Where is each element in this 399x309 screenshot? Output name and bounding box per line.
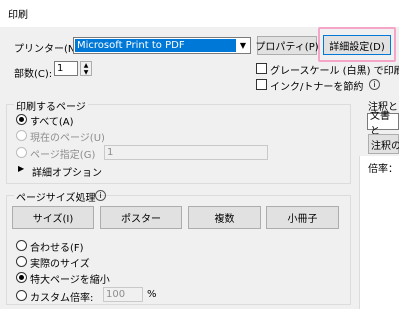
actual-size-radio[interactable] bbox=[16, 256, 27, 267]
shrink-radio[interactable] bbox=[16, 272, 27, 283]
annotations-select[interactable]: 文書と bbox=[367, 111, 399, 137]
copies-spinner[interactable]: ▲ ▼ bbox=[80, 61, 92, 76]
range-current-label: 現在のページ(U) bbox=[30, 133, 105, 144]
chevron-down-icon: ▼ bbox=[239, 41, 247, 50]
percent-label: % bbox=[147, 289, 157, 300]
multiple-button[interactable]: 複数 bbox=[188, 206, 261, 229]
spin-down-icon: ▼ bbox=[83, 68, 89, 76]
spin-up-icon: ▲ bbox=[83, 61, 89, 69]
range-all-radio[interactable] bbox=[16, 114, 27, 125]
title-bar bbox=[0, 0, 399, 27]
window-title: 印刷 bbox=[8, 10, 28, 21]
copies-input[interactable]: 1 bbox=[54, 61, 78, 76]
fit-radio[interactable] bbox=[16, 240, 27, 251]
poster-button[interactable]: ポスター bbox=[100, 206, 182, 229]
copies-label: 部数(C): bbox=[14, 69, 53, 80]
fit-label: 合わせる(F) bbox=[30, 243, 84, 254]
actual-size-label: 実際のサイズ bbox=[30, 259, 90, 270]
info-icon[interactable]: i bbox=[369, 79, 380, 90]
range-pages-input[interactable]: 1 bbox=[104, 145, 268, 160]
range-pages-label: ページ指定(G) bbox=[30, 150, 96, 161]
range-all-label: すべて(A) bbox=[30, 117, 74, 128]
preview-panel bbox=[359, 156, 399, 309]
range-pages-radio[interactable] bbox=[16, 147, 27, 158]
save-ink-checkbox[interactable] bbox=[256, 79, 267, 90]
size-button[interactable]: サイズ(I) bbox=[12, 206, 94, 229]
more-options-link[interactable]: 詳細オプション bbox=[32, 164, 102, 179]
printer-selected-value: Microsoft Print to PDF bbox=[75, 39, 236, 52]
printer-select[interactable]: Microsoft Print to PDF ▼ bbox=[73, 37, 251, 54]
highlight-box bbox=[318, 27, 396, 62]
grayscale-checkbox[interactable] bbox=[256, 63, 267, 74]
range-current-radio[interactable] bbox=[16, 130, 27, 141]
shrink-label: 特大ページを縮小 bbox=[30, 275, 110, 286]
booklet-button[interactable]: 小冊子 bbox=[266, 206, 339, 229]
custom-scale-label: カスタム倍率: bbox=[30, 293, 94, 304]
page-sizing-info-icon[interactable]: i bbox=[95, 190, 106, 201]
summarize-button[interactable]: 注釈の bbox=[368, 134, 399, 154]
properties-button[interactable]: プロパティ(P) bbox=[255, 36, 319, 55]
grayscale-label: グレースケール (白黒) で印刷(Y) bbox=[270, 66, 399, 77]
expand-triangle-icon[interactable]: ▶ bbox=[18, 164, 24, 173]
page-sizing-title: ページサイズ処理 bbox=[14, 189, 98, 204]
zoom-label: 倍率： bbox=[368, 164, 398, 175]
custom-scale-input[interactable]: 100 bbox=[103, 287, 143, 302]
print-range-title: 印刷するページ bbox=[14, 98, 88, 113]
save-ink-label: インク/トナーを節約 bbox=[270, 82, 364, 93]
custom-scale-radio[interactable] bbox=[16, 290, 27, 301]
